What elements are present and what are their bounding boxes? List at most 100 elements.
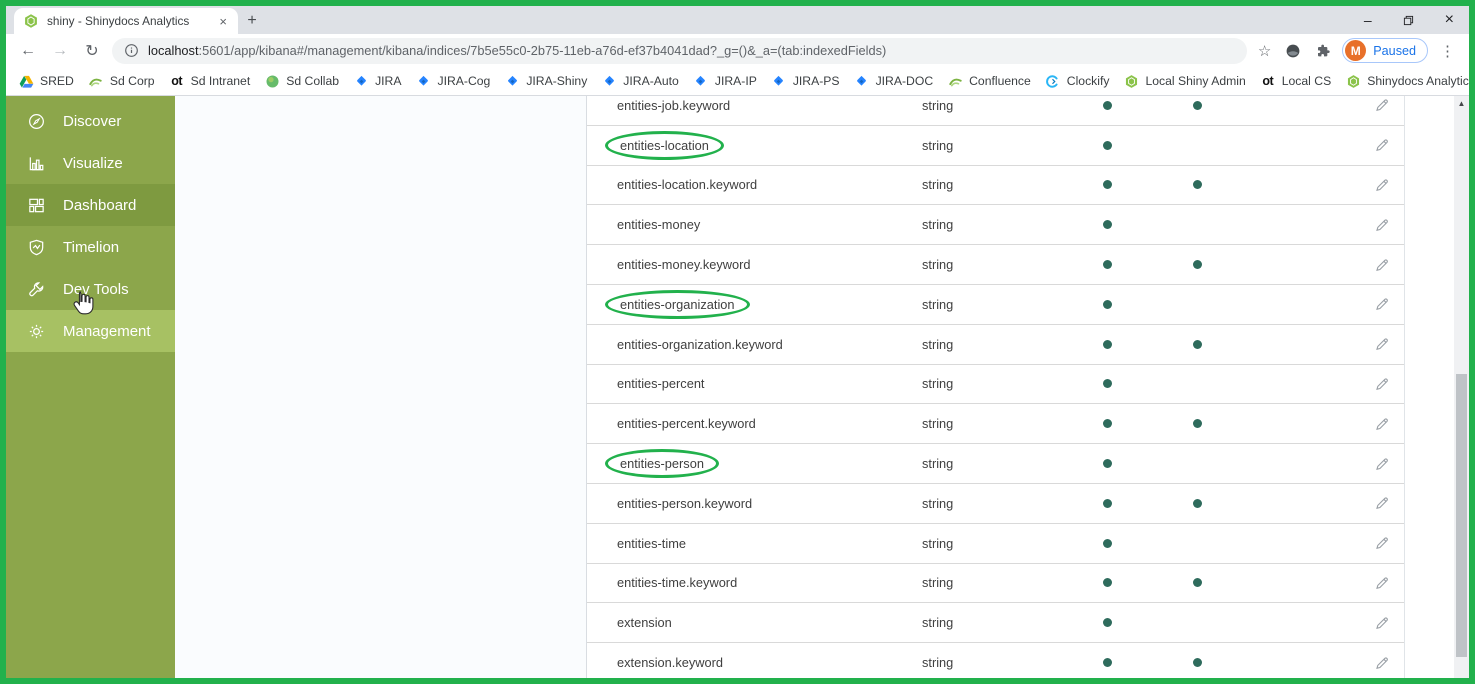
ot-icon: ot bbox=[171, 74, 182, 88]
field-row: entities-percent string bbox=[587, 365, 1404, 405]
bookmark-star-icon[interactable]: ☆ bbox=[1255, 42, 1274, 60]
tab-close-icon[interactable]: × bbox=[217, 14, 229, 29]
bookmark-label: JIRA-DOC bbox=[875, 74, 934, 88]
searchable-dot bbox=[1102, 459, 1112, 469]
close-window-button[interactable]: × bbox=[1445, 12, 1454, 28]
hex-icon bbox=[1123, 73, 1139, 89]
edit-field-button[interactable] bbox=[1374, 575, 1390, 591]
forward-icon[interactable]: → bbox=[48, 42, 72, 60]
tab-title: shiny - Shinydocs Analytics bbox=[47, 14, 190, 28]
reload-icon[interactable]: ↻ bbox=[80, 41, 104, 61]
edit-field-button[interactable] bbox=[1374, 296, 1390, 312]
jira-icon bbox=[504, 73, 520, 89]
gear-icon bbox=[27, 322, 46, 341]
chrome-menu-icon[interactable]: ⋮ bbox=[1436, 42, 1459, 60]
scrollbar-thumb[interactable] bbox=[1456, 374, 1467, 657]
edit-field-button[interactable] bbox=[1374, 615, 1390, 631]
sidebar-item[interactable]: Dashboard bbox=[6, 184, 175, 226]
field-name: extension bbox=[617, 615, 672, 631]
extension-globe-icon[interactable] bbox=[1282, 43, 1304, 59]
edit-field-button[interactable] bbox=[1374, 655, 1390, 671]
aggregatable-dot bbox=[1192, 658, 1202, 668]
field-type: string bbox=[922, 416, 954, 432]
bookmark-label: JIRA-PS bbox=[792, 74, 840, 88]
bookmark-item[interactable]: ot Local CS bbox=[1260, 73, 1331, 89]
field-row: extension string bbox=[587, 603, 1404, 644]
bookmark-item[interactable]: Confluence bbox=[947, 73, 1031, 89]
bookmark-item[interactable]: JIRA-Shiny bbox=[504, 73, 587, 89]
edit-field-button[interactable] bbox=[1374, 177, 1390, 193]
field-row: entities-location.keyword string bbox=[587, 166, 1404, 206]
edit-field-button[interactable] bbox=[1374, 336, 1390, 352]
bar-chart-icon bbox=[27, 154, 46, 173]
minimize-button[interactable]: – bbox=[1364, 13, 1372, 27]
field-type: string bbox=[922, 296, 954, 312]
profile-button[interactable]: M Paused bbox=[1342, 38, 1428, 63]
bookmark-item[interactable]: Local Shiny Admin bbox=[1123, 73, 1246, 89]
avatar: M bbox=[1345, 40, 1367, 61]
edit-field-button[interactable] bbox=[1374, 97, 1390, 113]
sidebar-item[interactable]: Timelion bbox=[6, 226, 175, 268]
searchable-dot bbox=[1102, 339, 1112, 349]
bookmark-label: JIRA-Auto bbox=[623, 74, 679, 88]
sidebar-item[interactable]: Visualize bbox=[6, 142, 175, 184]
bookmark-item[interactable]: Sd Collab bbox=[264, 73, 339, 89]
swoosh-icon bbox=[88, 73, 104, 89]
browser-tab[interactable]: shiny - Shinydocs Analytics × bbox=[14, 8, 238, 34]
sidebar-item-label: Dashboard bbox=[63, 196, 137, 214]
restore-button[interactable] bbox=[1403, 15, 1414, 26]
grid-icon bbox=[27, 196, 46, 215]
field-type: string bbox=[922, 137, 954, 153]
ot-icon: ot bbox=[1262, 74, 1274, 88]
tab-strip: shiny - Shinydocs Analytics × + – × bbox=[6, 6, 1469, 34]
edit-field-button[interactable] bbox=[1374, 456, 1390, 472]
bookmark-item[interactable]: Clockify bbox=[1045, 73, 1110, 89]
bookmark-item[interactable]: ot Sd Intranet bbox=[169, 73, 250, 89]
field-row: entities-job.keyword string bbox=[587, 96, 1404, 126]
field-name: entities-organization.keyword bbox=[617, 336, 783, 352]
address-bar[interactable]: localhost:5601/app/kibana#/management/ki… bbox=[112, 37, 1247, 64]
back-icon[interactable]: ← bbox=[16, 42, 40, 60]
sidebar-item-label: Discover bbox=[63, 112, 122, 130]
sidebar-item-label: Visualize bbox=[63, 154, 123, 172]
sidebar-item[interactable]: Discover bbox=[6, 100, 175, 142]
bookmark-item[interactable]: JIRA-DOC bbox=[854, 73, 934, 89]
bookmark-label: Clockify bbox=[1066, 74, 1110, 88]
bookmark-item[interactable]: JIRA-IP bbox=[693, 73, 757, 89]
edit-field-button[interactable] bbox=[1374, 416, 1390, 432]
edit-field-button[interactable] bbox=[1374, 257, 1390, 273]
aggregatable-dot bbox=[1192, 180, 1202, 190]
edit-field-button[interactable] bbox=[1374, 217, 1390, 233]
sidebar-item[interactable]: Dev Tools bbox=[6, 268, 175, 310]
new-tab-button[interactable]: + bbox=[238, 8, 266, 34]
extensions-puzzle-icon[interactable] bbox=[1312, 43, 1334, 59]
field-type: string bbox=[922, 97, 954, 113]
jira-icon bbox=[353, 73, 369, 89]
jira-icon bbox=[693, 73, 709, 89]
shinydocs-favicon-icon bbox=[23, 13, 39, 29]
bookmark-item[interactable]: JIRA-Auto bbox=[601, 73, 679, 89]
sidebar-item[interactable]: Management bbox=[6, 310, 175, 352]
bookmark-item[interactable]: SRED bbox=[18, 73, 74, 89]
bookmark-item[interactable]: JIRA-Cog bbox=[416, 73, 490, 89]
aggregatable-dot bbox=[1192, 100, 1202, 110]
scroll-up-arrow[interactable]: ▲ bbox=[1454, 96, 1469, 110]
bookmark-item[interactable]: JIRA bbox=[353, 73, 402, 89]
bookmark-item[interactable]: JIRA-PS bbox=[771, 73, 840, 89]
site-info-icon[interactable] bbox=[124, 43, 139, 58]
jira-icon bbox=[771, 73, 787, 89]
scrollbar[interactable]: ▲ bbox=[1454, 96, 1469, 678]
field-name: entities-money.keyword bbox=[617, 257, 751, 273]
field-type: string bbox=[922, 376, 954, 392]
edit-field-button[interactable] bbox=[1374, 137, 1390, 153]
edit-field-button[interactable] bbox=[1374, 535, 1390, 551]
searchable-dot bbox=[1102, 618, 1112, 628]
bookmark-item[interactable]: Sd Corp bbox=[88, 73, 155, 89]
bookmark-item[interactable]: Shinydocs Analytics bbox=[1345, 73, 1469, 89]
field-name: entities-money bbox=[617, 217, 701, 233]
edit-field-button[interactable] bbox=[1374, 495, 1390, 511]
edit-field-button[interactable] bbox=[1374, 376, 1390, 392]
field-name: entities-organization bbox=[605, 289, 750, 319]
searchable-dot bbox=[1102, 100, 1112, 110]
searchable-dot bbox=[1102, 140, 1112, 150]
